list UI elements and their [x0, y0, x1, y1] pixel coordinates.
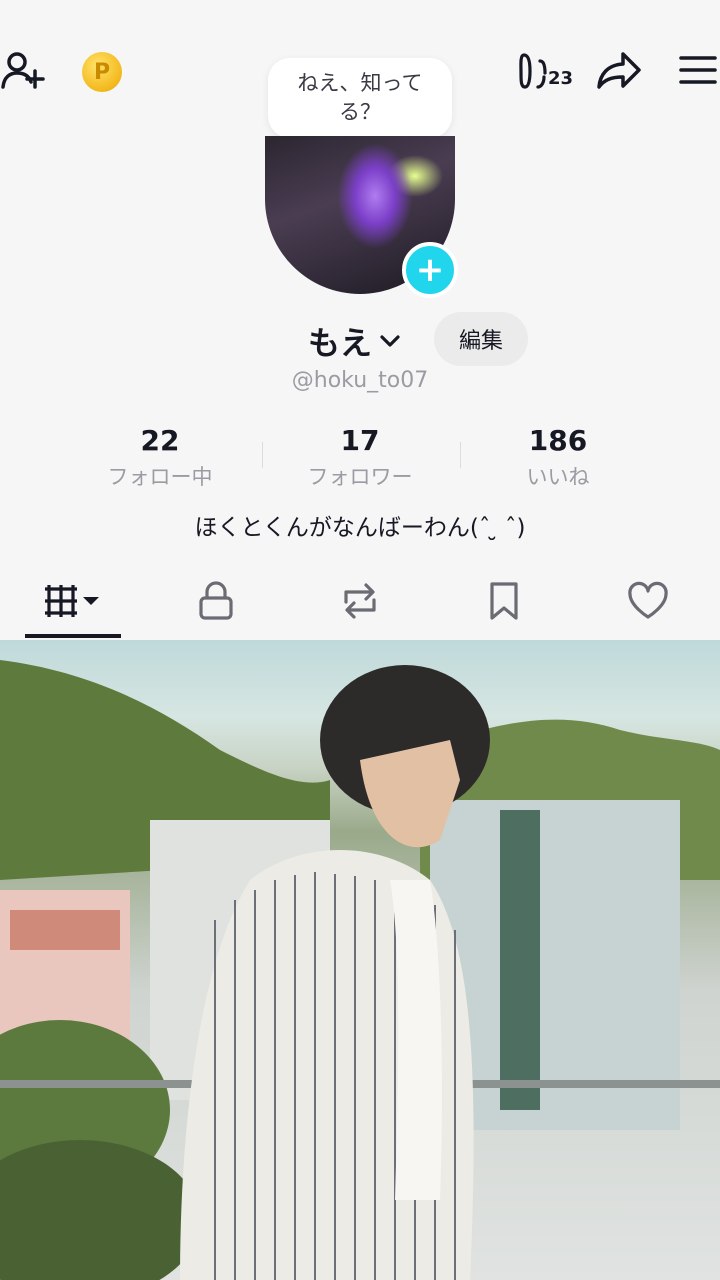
heart-icon: [628, 581, 668, 619]
share-icon[interactable]: [596, 48, 642, 92]
followers-stat[interactable]: 17 フォロワー: [270, 424, 450, 491]
coin-icon[interactable]: P: [82, 52, 122, 92]
bio: ほくとくんがなんばーわん(ˆ ̮̮ ˆ): [194, 515, 526, 541]
tab-videos[interactable]: [25, 566, 121, 636]
add-avatar-button[interactable]: +: [402, 242, 458, 298]
footprint-count: 23: [548, 67, 574, 89]
status-bubble[interactable]: ねえ、知ってる？: [268, 58, 452, 138]
following-label: フォロー中: [107, 465, 213, 489]
menu-icon[interactable]: [678, 52, 718, 88]
following-stat[interactable]: 22 フォロー中: [70, 424, 250, 491]
followers-label: フォロワー: [307, 465, 413, 489]
videos-icon: [45, 585, 99, 617]
active-tab-indicator: [25, 634, 121, 638]
followers-count: 17: [340, 424, 380, 457]
likes-label: いいね: [526, 465, 590, 489]
profile-name[interactable]: もえ: [308, 318, 402, 364]
likes-stat[interactable]: 186 いいね: [468, 424, 648, 491]
tab-saved[interactable]: [456, 566, 552, 636]
stat-divider: [460, 442, 461, 468]
profile-name-text: もえ: [308, 324, 373, 362]
tab-reposts[interactable]: [312, 566, 408, 636]
chevron-down-icon: [380, 335, 400, 347]
content-tabs: [0, 566, 720, 640]
add-friend-icon[interactable]: [0, 46, 48, 96]
bookmark-icon: [490, 582, 518, 620]
lock-icon: [199, 581, 233, 620]
status-bubble-text: ねえ、知ってる？: [297, 71, 423, 124]
likes-count: 186: [528, 424, 588, 457]
username-handle: @hoku_to07: [291, 368, 429, 393]
profile-cover-photo: [0, 640, 720, 1280]
tab-liked[interactable]: [600, 566, 696, 636]
following-count: 22: [140, 424, 180, 457]
stat-divider: [262, 442, 263, 468]
cover-photo-scene: [0, 660, 720, 1280]
tab-private[interactable]: [168, 566, 264, 636]
edit-profile-button[interactable]: 編集: [434, 312, 528, 366]
footprint-icon[interactable]: 23: [518, 48, 573, 94]
repost-icon: [344, 583, 376, 619]
